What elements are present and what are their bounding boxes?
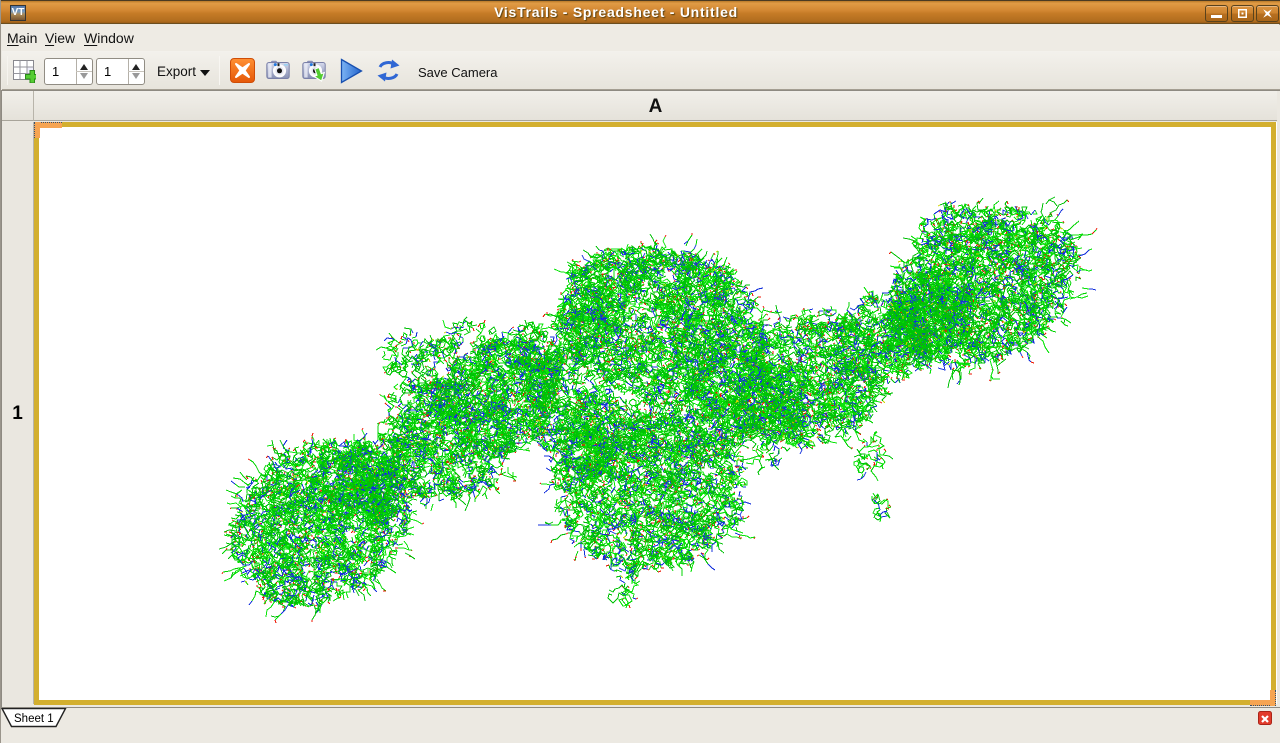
svg-text:Sheet 1: Sheet 1	[14, 713, 54, 725]
